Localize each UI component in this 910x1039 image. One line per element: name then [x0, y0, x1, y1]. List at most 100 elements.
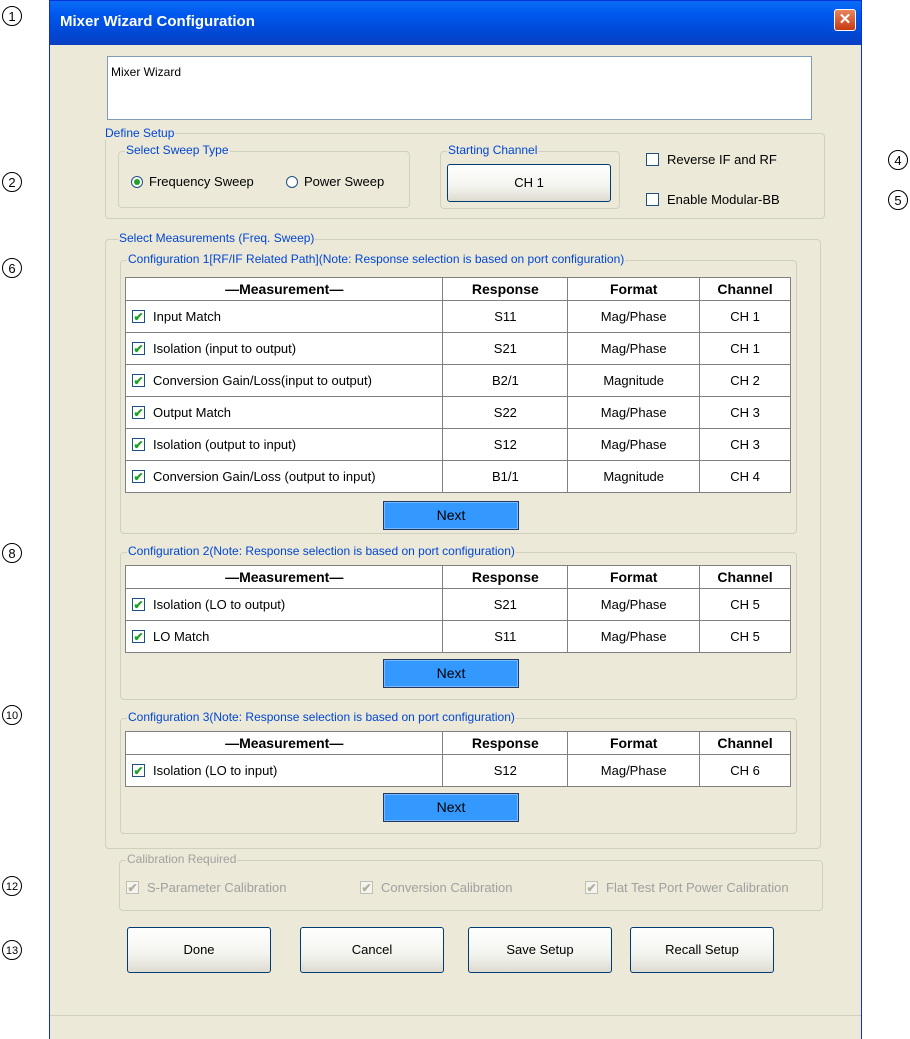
- conversion-calibration-label: Conversion Calibration: [381, 880, 513, 895]
- callout-13: 13: [2, 940, 22, 960]
- description-textbox[interactable]: Mixer Wizard: [107, 56, 812, 120]
- checkmark-icon: ✔: [585, 880, 598, 895]
- measurement-checkbox[interactable]: ✔ Isolation (input to output): [132, 341, 442, 356]
- define-setup-group: Define Setup Select Sweep Type Frequency…: [104, 126, 825, 219]
- format-cell[interactable]: Mag/Phase: [567, 300, 701, 333]
- configuration-3-table: —Measurement— Response Format Channel ✔ I…: [124, 731, 791, 787]
- channel-cell[interactable]: CH 6: [699, 754, 791, 787]
- callout-2: 2: [2, 172, 22, 192]
- callout-4: 4: [888, 150, 908, 170]
- measurement-checkbox[interactable]: ✔ Conversion Gain/Loss(input to output): [132, 373, 442, 388]
- table-row: ✔ Input Match S11 Mag/Phase CH 1: [124, 300, 791, 333]
- reverse-if-rf-checkbox[interactable]: Reverse IF and RF: [646, 152, 777, 167]
- format-cell[interactable]: Mag/Phase: [567, 620, 701, 653]
- format-cell[interactable]: Magnitude: [567, 364, 701, 397]
- response-header: Response: [442, 277, 569, 301]
- power-sweep-label: Power Sweep: [304, 174, 385, 189]
- measurement-checkbox[interactable]: ✔ Conversion Gain/Loss (output to input): [132, 469, 442, 484]
- format-cell[interactable]: Mag/Phase: [567, 428, 701, 461]
- response-cell[interactable]: S21: [442, 332, 569, 365]
- configuration-1-table: —Measurement— Response Format Channel ✔ I…: [124, 277, 791, 493]
- format-cell[interactable]: Mag/Phase: [567, 396, 701, 429]
- table-row: ✔ Output Match S22 Mag/Phase CH 3: [124, 396, 791, 429]
- channel-cell[interactable]: CH 1: [699, 300, 791, 333]
- response-cell[interactable]: S12: [442, 428, 569, 461]
- sweep-type-legend: Select Sweep Type: [125, 143, 230, 157]
- checkmark-icon: ✔: [360, 880, 373, 895]
- measurement-checkbox[interactable]: ✔ Isolation (LO to input): [132, 763, 442, 778]
- s-parameter-calibration-label: S-Parameter Calibration: [147, 880, 287, 895]
- enable-modular-bb-label: Enable Modular-BB: [667, 192, 780, 207]
- calibration-required-legend: Calibration Required: [126, 852, 238, 866]
- table-header-row: —Measurement— Response Format Channel: [124, 277, 791, 301]
- config-3-next-button[interactable]: Next: [383, 793, 519, 822]
- callout-6: 6: [2, 258, 22, 278]
- response-cell[interactable]: S11: [442, 620, 569, 653]
- calibration-required-group: Calibration Required ✔ S-Parameter Calib…: [119, 852, 823, 911]
- channel-cell[interactable]: CH 5: [699, 588, 791, 621]
- table-header-row: —Measurement— Response Format Channel: [124, 565, 791, 589]
- table-row: ✔ Isolation (LO to output) S21 Mag/Phase …: [124, 588, 791, 621]
- checkmark-icon: ✔: [132, 309, 145, 324]
- checkmark-icon: ✔: [132, 629, 145, 644]
- mixer-wizard-dialog: Mixer Wizard Configuration ✕ Mixer Wizar…: [49, 0, 862, 1039]
- title-bar[interactable]: Mixer Wizard Configuration ✕: [50, 1, 861, 45]
- config-1-next-button[interactable]: Next: [383, 501, 519, 530]
- measurement-header: —Measurement—: [124, 731, 444, 755]
- channel-cell[interactable]: CH 3: [699, 428, 791, 461]
- measurement-checkbox[interactable]: ✔ Output Match: [132, 405, 442, 420]
- response-cell[interactable]: B2/1: [442, 364, 569, 397]
- format-cell[interactable]: Magnitude: [567, 460, 701, 493]
- flat-test-port-power-calibration-checkbox[interactable]: ✔ Flat Test Port Power Calibration: [585, 880, 789, 895]
- response-cell[interactable]: S11: [442, 300, 569, 333]
- response-cell[interactable]: S21: [442, 588, 569, 621]
- callout-5: 5: [888, 190, 908, 210]
- conversion-calibration-checkbox[interactable]: ✔ Conversion Calibration: [360, 880, 513, 895]
- checkmark-icon: ✔: [132, 373, 145, 388]
- measurement-name: Isolation (LO to input): [153, 763, 278, 778]
- configuration-2-legend: Configuration 2(Note: Response selection…: [127, 544, 516, 558]
- frequency-sweep-radio[interactable]: Frequency Sweep: [131, 174, 254, 189]
- starting-channel-legend: Starting Channel: [447, 143, 539, 157]
- response-header: Response: [442, 731, 569, 755]
- channel-header: Channel: [699, 277, 791, 301]
- checkmark-icon: ✔: [126, 880, 139, 895]
- response-cell[interactable]: S22: [442, 396, 569, 429]
- channel-cell[interactable]: CH 5: [699, 620, 791, 653]
- power-sweep-radio[interactable]: Power Sweep: [286, 174, 384, 189]
- save-setup-button[interactable]: Save Setup: [468, 927, 612, 973]
- channel-cell[interactable]: CH 3: [699, 396, 791, 429]
- channel-cell[interactable]: CH 4: [699, 460, 791, 493]
- callout-10: 10: [2, 705, 22, 725]
- checkbox-icon: [646, 153, 659, 166]
- channel-cell[interactable]: CH 1: [699, 332, 791, 365]
- measurement-checkbox[interactable]: ✔ Input Match: [132, 309, 442, 324]
- configuration-1-group: Configuration 1[RF/IF Related Path](Note…: [120, 252, 797, 534]
- format-header: Format: [567, 565, 701, 589]
- cancel-button[interactable]: Cancel: [300, 927, 444, 973]
- measurement-checkbox[interactable]: ✔ Isolation (output to input): [132, 437, 442, 452]
- done-button[interactable]: Done: [127, 927, 271, 973]
- checkmark-icon: ✔: [132, 597, 145, 612]
- close-icon[interactable]: ✕: [834, 9, 856, 31]
- select-measurements-group: Select Measurements (Freq. Sweep) Config…: [105, 231, 821, 849]
- format-cell[interactable]: Mag/Phase: [567, 588, 701, 621]
- measurement-name: Conversion Gain/Loss (output to input): [153, 469, 376, 484]
- measurement-checkbox[interactable]: ✔ LO Match: [132, 629, 442, 644]
- format-cell[interactable]: Mag/Phase: [567, 332, 701, 365]
- status-bar: [50, 1015, 861, 1039]
- config-2-next-button[interactable]: Next: [383, 659, 519, 688]
- measurement-checkbox[interactable]: ✔ Isolation (LO to output): [132, 597, 442, 612]
- table-row: ✔ Isolation (output to input) S12 Mag/Pha…: [124, 428, 791, 461]
- callout-12: 12: [2, 876, 22, 896]
- format-cell[interactable]: Mag/Phase: [567, 754, 701, 787]
- starting-channel-button[interactable]: CH 1: [447, 164, 611, 202]
- s-parameter-calibration-checkbox[interactable]: ✔ S-Parameter Calibration: [126, 880, 286, 895]
- recall-setup-button[interactable]: Recall Setup: [630, 927, 774, 973]
- response-cell[interactable]: B1/1: [442, 460, 569, 493]
- measurement-name: Isolation (input to output): [153, 341, 297, 356]
- checkmark-icon: ✔: [132, 405, 145, 420]
- enable-modular-bb-checkbox[interactable]: Enable Modular-BB: [646, 192, 780, 207]
- response-cell[interactable]: S12: [442, 754, 569, 787]
- channel-cell[interactable]: CH 2: [699, 364, 791, 397]
